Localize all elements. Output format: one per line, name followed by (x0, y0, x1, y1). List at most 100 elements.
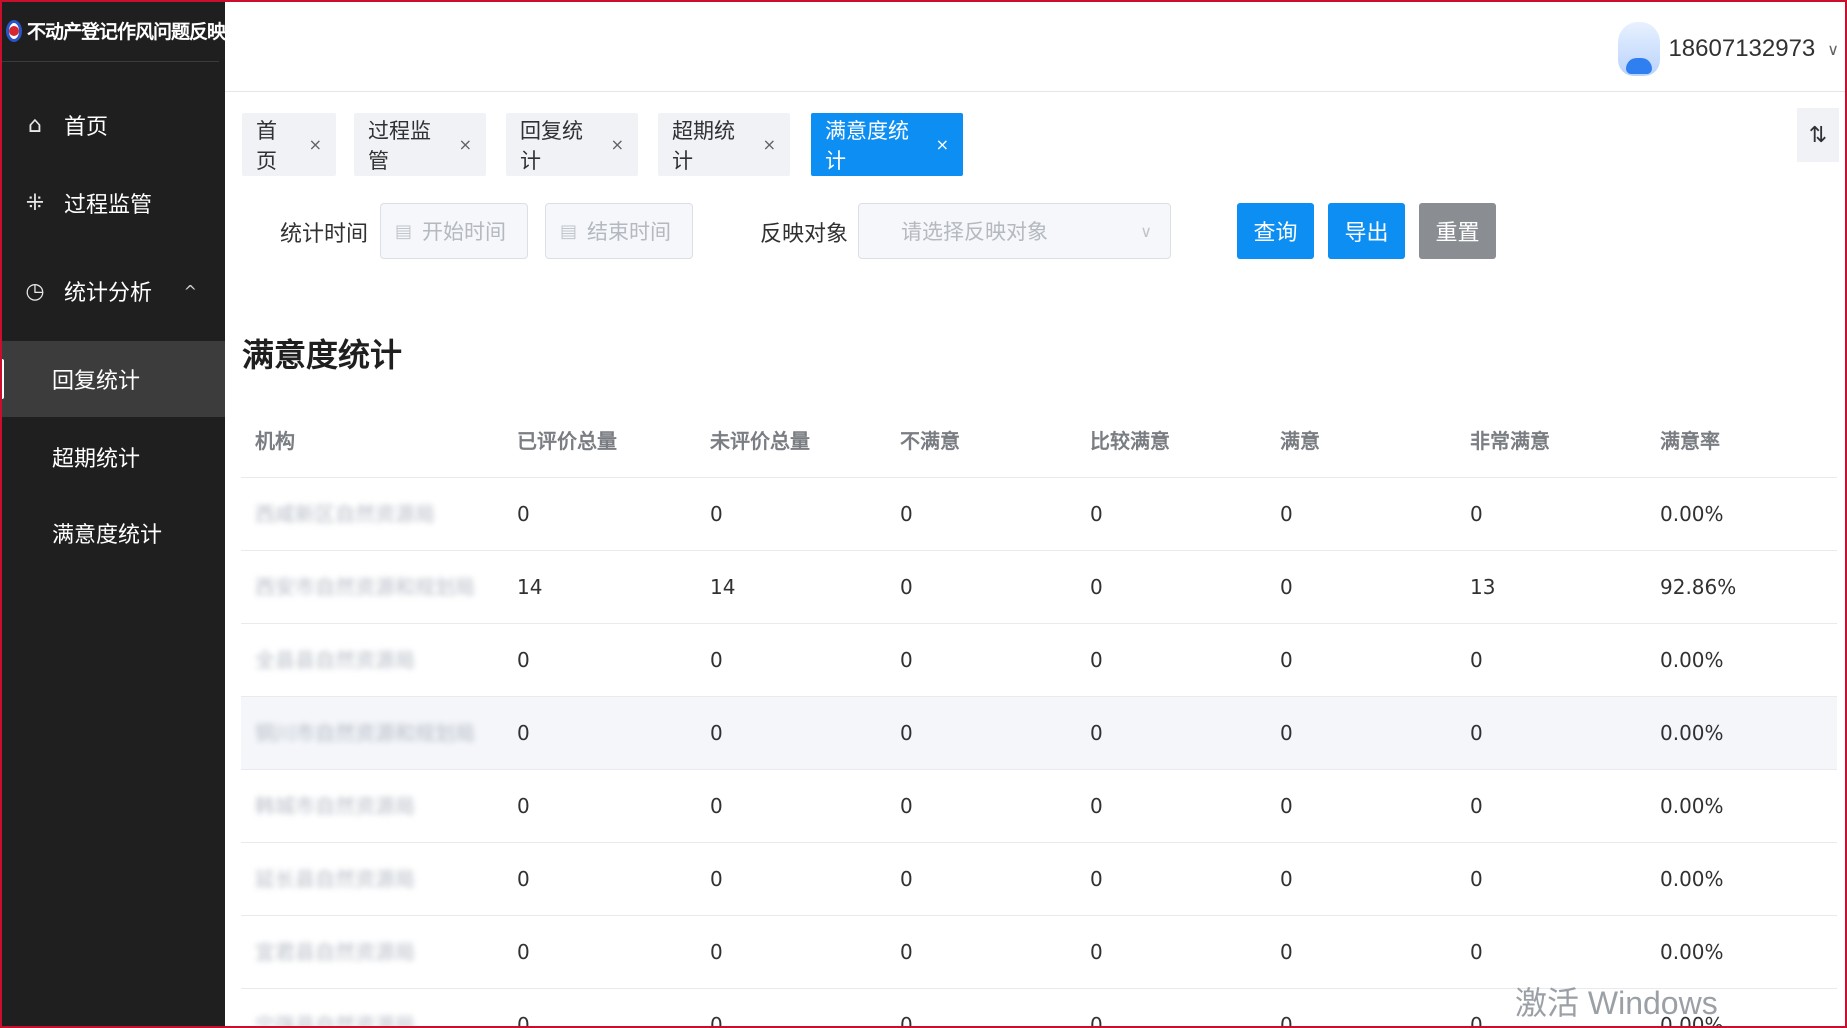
close-icon[interactable]: × (459, 135, 472, 154)
column-header: 满意率 (1660, 429, 1720, 453)
table-cell: 0 (1090, 502, 1103, 526)
org-name-cell: 西咸新区自然资源局 (255, 502, 435, 526)
column-header: 满意 (1280, 429, 1320, 453)
table-header: 机构 已评价总量 未评价总量 不满意 比较满意 满意 非常满意 满意率 (241, 405, 1837, 478)
table-row[interactable]: 韩城市自然资源局 0 0 0 0 0 0 0.00% (241, 770, 1837, 843)
table-cell: 0 (1470, 721, 1483, 745)
table-cell: 0 (517, 502, 530, 526)
column-header: 不满意 (900, 429, 960, 453)
tab-reply-stats[interactable]: 回复统计 × (506, 113, 638, 176)
user-menu[interactable]: 18607132973 ∨ (1618, 22, 1839, 76)
org-name-cell: 延长县自然资源局 (255, 867, 415, 891)
sidebar-item-overdue-stats[interactable]: 超期统计 (0, 419, 225, 495)
target-placeholder: 请选择反映对象 (901, 220, 1048, 244)
table-cell: 13 (1470, 575, 1496, 599)
table-cell: 0 (1470, 794, 1483, 818)
sidebar-item-reply-stats[interactable]: 回复统计 (0, 341, 225, 417)
table-cell: 0 (1280, 940, 1293, 964)
tab-label: 首页 (256, 118, 277, 173)
tab-label: 回复统计 (520, 118, 583, 173)
tab-process[interactable]: 过程监管 × (354, 113, 486, 176)
table-cell: 0 (517, 794, 530, 818)
table-cell: 0 (1280, 648, 1293, 672)
table-cell: 0 (710, 940, 723, 964)
org-name-cell: 铜川市自然资源和规划局 (255, 721, 475, 745)
tab-options-icon[interactable]: ⇅ (1797, 108, 1839, 162)
table-cell: 0 (1090, 867, 1103, 891)
end-time-placeholder: 结束时间 (587, 220, 672, 244)
tab-overdue-stats[interactable]: 超期统计 × (658, 113, 790, 176)
table-cell: 0 (900, 721, 913, 745)
tab-label: 过程监管 (368, 118, 431, 173)
table-cell: 92.86% (1660, 575, 1737, 599)
table-row[interactable]: 延长县自然资源局 0 0 0 0 0 0 0.00% (241, 843, 1837, 916)
table-cell: 0 (1090, 648, 1103, 672)
logo-icon (6, 19, 22, 42)
table-cell: 0 (1090, 1013, 1103, 1028)
close-icon[interactable]: × (936, 135, 949, 154)
windows-activation-watermark: 激活 Windows (1515, 985, 1718, 1021)
target-label: 反映对象 (760, 222, 849, 247)
reset-button[interactable]: 重置 (1419, 203, 1496, 259)
sidebar: 不动产登记作风问题反映 ⌂ 首页 ⁜ 过程监管 ◷ 统计分析 ^ 回复统计 超期… (0, 0, 226, 1028)
sidebar-item-stats[interactable]: ◷ 统计分析 ^ (0, 258, 225, 324)
sidebar-item-process[interactable]: ⁜ 过程监管 (0, 170, 225, 236)
table-cell: 14 (710, 575, 736, 599)
tab-satisfaction-stats[interactable]: 满意度统计 × (811, 113, 963, 176)
chevron-down-icon: ∨ (1140, 221, 1152, 241)
table-row[interactable]: 全县县自然资源局 0 0 0 0 0 0 0.00% (241, 624, 1837, 697)
export-button[interactable]: 导出 (1328, 203, 1405, 259)
table-cell: 0 (1470, 940, 1483, 964)
sidebar-item-label: 过程监管 (64, 193, 153, 218)
table-cell: 0 (1470, 867, 1483, 891)
sidebar-item-satisfaction-stats[interactable]: 满意度统计 (0, 495, 225, 571)
query-button[interactable]: 查询 (1237, 203, 1314, 259)
sidebar-item-label: 回复统计 (52, 369, 141, 394)
table-cell: 0 (517, 648, 530, 672)
stat-time-label: 统计时间 (280, 222, 369, 247)
column-header: 已评价总量 (517, 429, 617, 453)
top-header: 18607132973 ∨ (225, 0, 1847, 92)
table-cell: 0 (900, 940, 913, 964)
table-cell: 0.00% (1660, 648, 1724, 672)
table-cell: 0 (710, 721, 723, 745)
table-cell: 0.00% (1660, 502, 1724, 526)
sidebar-item-label: 满意度统计 (52, 523, 163, 548)
org-name-cell: 韩城市自然资源局 (255, 794, 415, 818)
close-icon[interactable]: × (763, 135, 776, 154)
table-cell: 0.00% (1660, 794, 1724, 818)
sidebar-item-label: 首页 (64, 115, 109, 140)
table-cell: 0.00% (1660, 867, 1724, 891)
app-logo[interactable]: 不动产登记作风问题反映 (0, 0, 226, 62)
table-cell: 0 (710, 502, 723, 526)
table-cell: 0 (1090, 940, 1103, 964)
satisfaction-table: 机构 已评价总量 未评价总量 不满意 比较满意 满意 非常满意 满意率 西咸新区… (241, 405, 1837, 1028)
tab-home[interactable]: 首页 × (242, 113, 336, 176)
close-icon[interactable]: × (309, 135, 322, 154)
table-cell: 0 (1470, 648, 1483, 672)
column-header: 比较满意 (1090, 429, 1170, 453)
table-row[interactable]: 铜川市自然资源和规划局 0 0 0 0 0 0 0.00% (241, 697, 1837, 770)
pie-chart-icon: ◷ (25, 278, 45, 304)
sidebar-item-label: 超期统计 (52, 447, 141, 472)
table-cell: 0 (900, 794, 913, 818)
monitor-icon: ⁜ (25, 190, 45, 216)
sidebar-item-home[interactable]: ⌂ 首页 (0, 92, 225, 158)
table-cell: 0 (1280, 575, 1293, 599)
table-cell: 0 (1090, 721, 1103, 745)
chevron-up-icon: ^ (183, 281, 197, 301)
table-cell: 14 (517, 575, 543, 599)
target-select[interactable]: 请选择反映对象 ∨ (858, 203, 1171, 259)
table-cell: 0 (710, 1013, 723, 1028)
close-icon[interactable]: × (611, 135, 624, 154)
column-header: 非常满意 (1470, 429, 1550, 453)
table-cell: 0 (517, 721, 530, 745)
table-row[interactable]: 西咸新区自然资源局 0 0 0 0 0 0 0.00% (241, 478, 1837, 551)
table-cell: 0.00% (1660, 721, 1724, 745)
end-time-input[interactable]: ▤ 结束时间 (545, 203, 693, 259)
org-name-cell: 全县县自然资源局 (255, 648, 415, 672)
table-cell: 0 (1090, 794, 1103, 818)
start-time-input[interactable]: ▤ 开始时间 (380, 203, 528, 259)
table-row[interactable]: 西安市自然资源和规划局 14 14 0 0 0 13 92.86% (241, 551, 1837, 624)
table-cell: 0 (900, 867, 913, 891)
